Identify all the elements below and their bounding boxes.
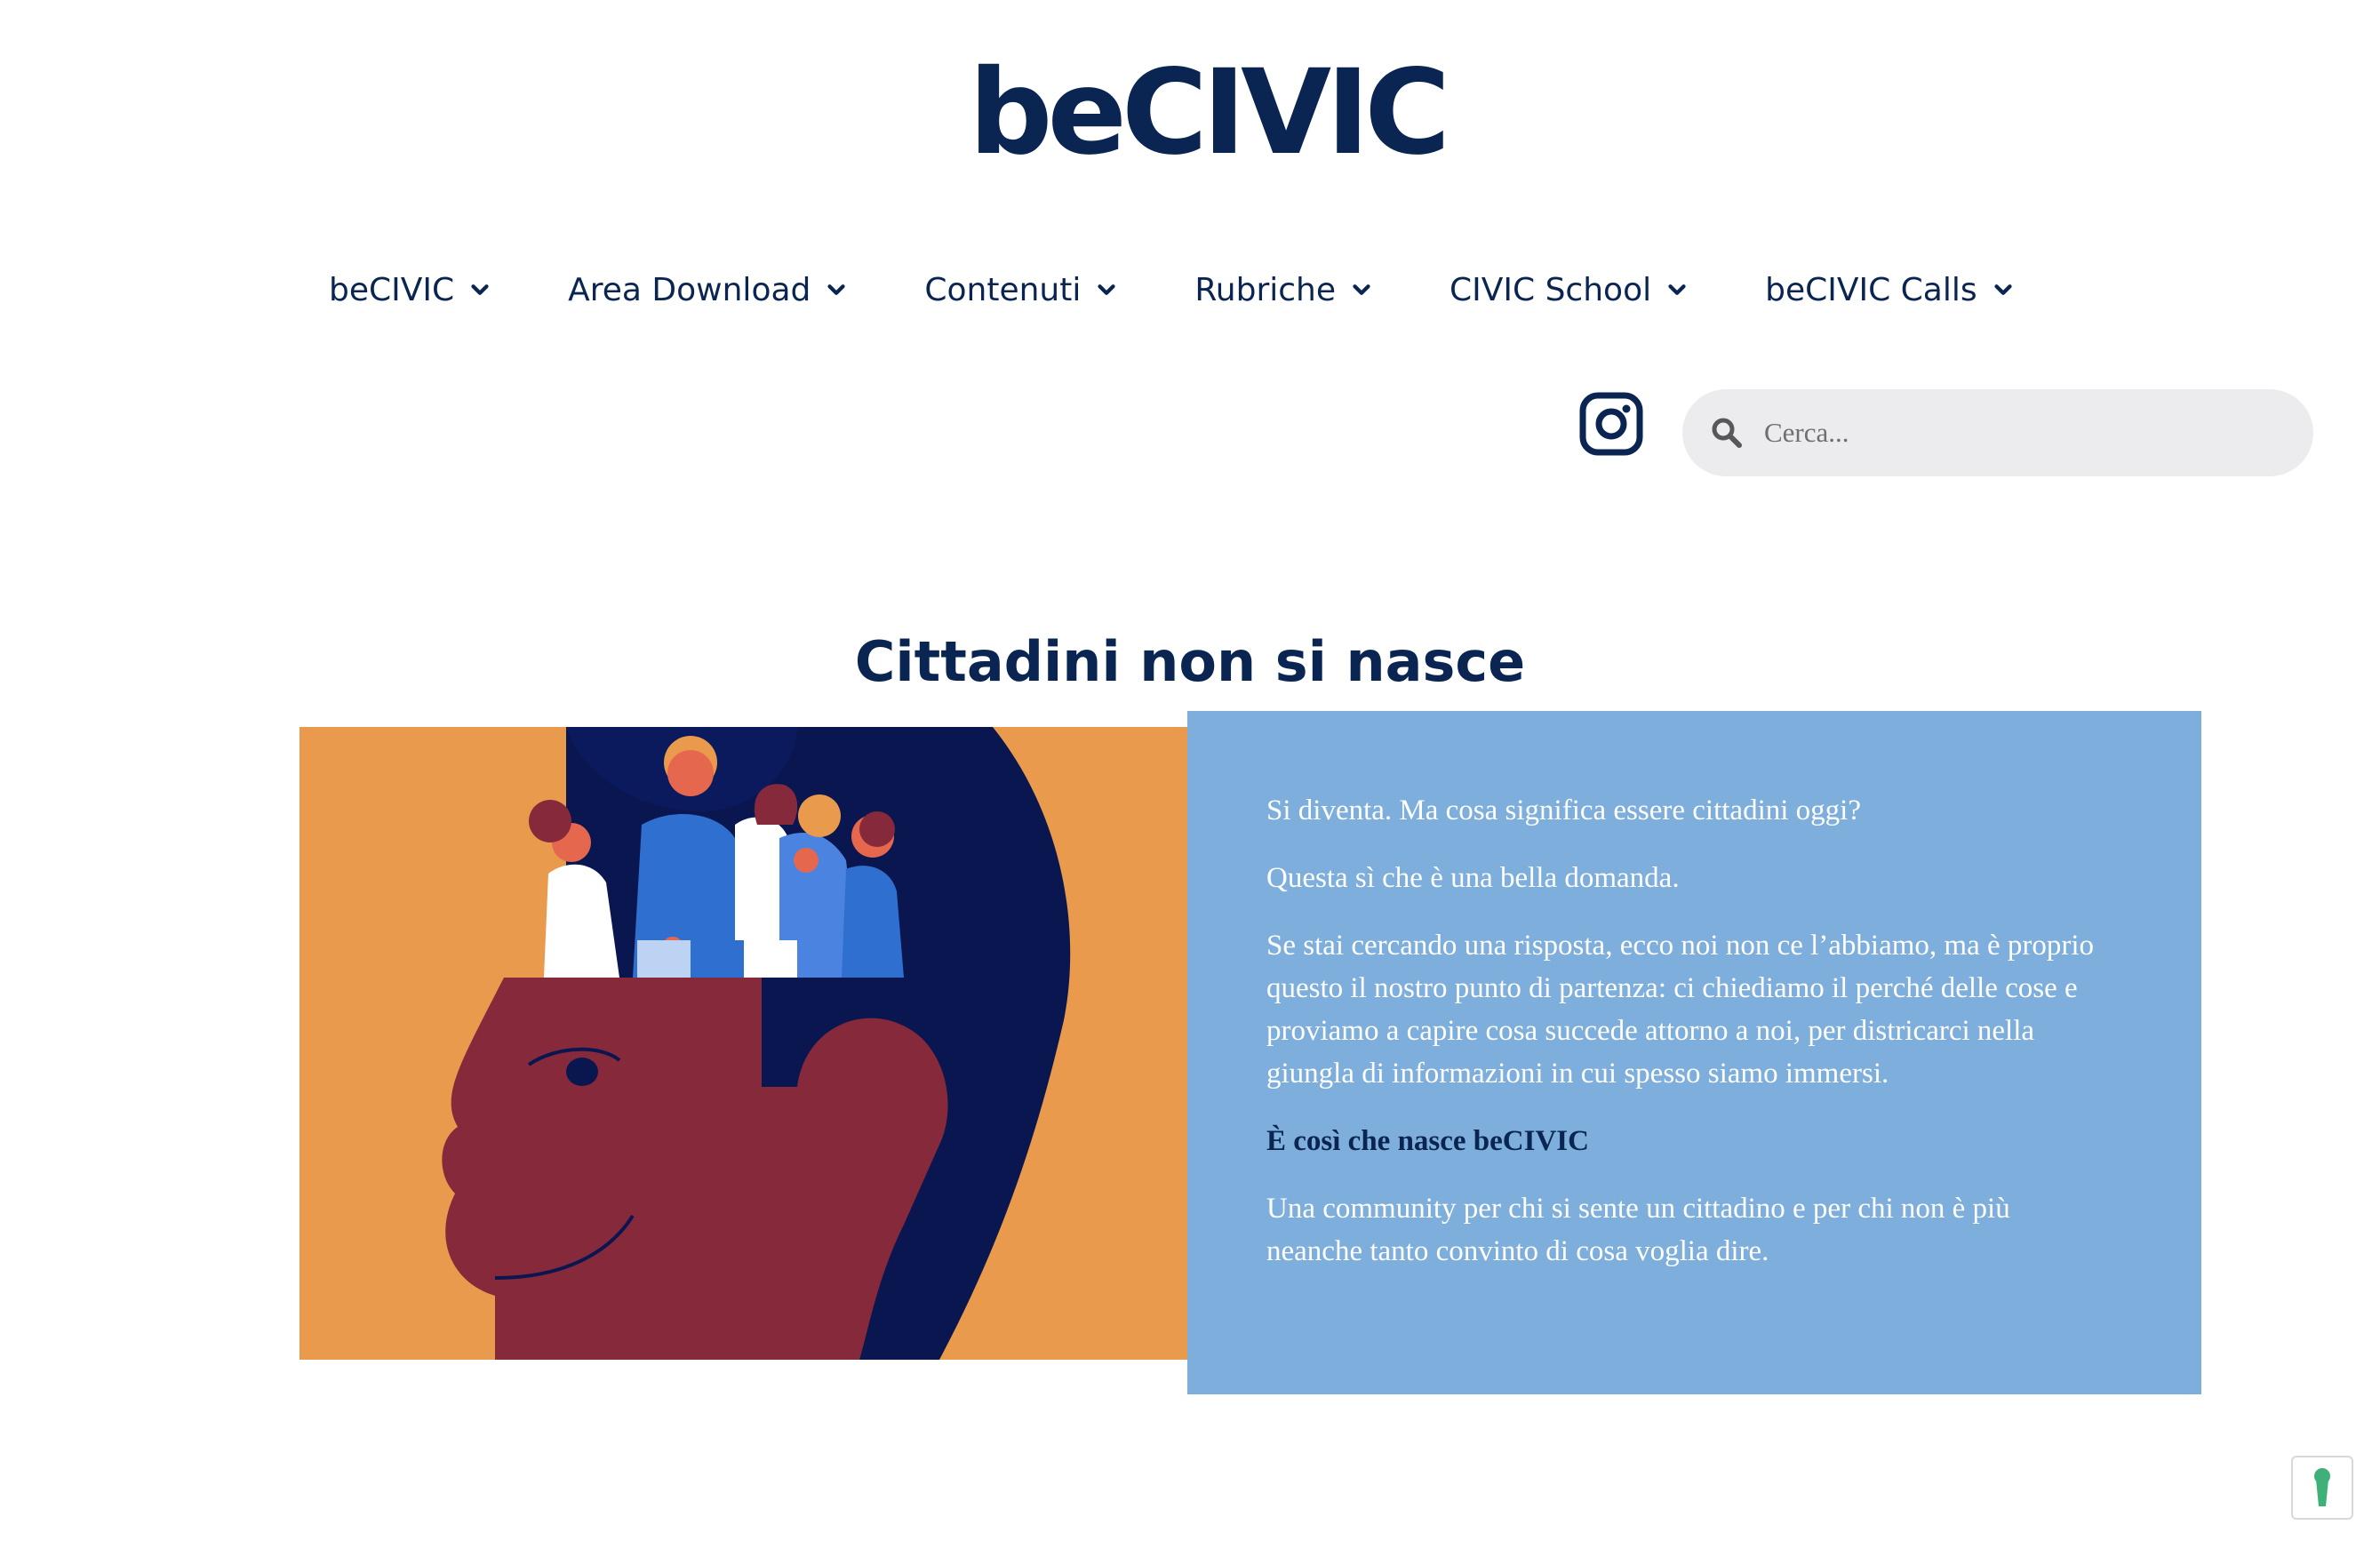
- accessibility-button[interactable]: [2291, 1456, 2353, 1520]
- instagram-icon[interactable]: [1579, 392, 1643, 456]
- search-input[interactable]: [1764, 417, 2262, 449]
- accessibility-icon: [2309, 1467, 2336, 1508]
- intro-paragraph: Se stai cercando una risposta, ecco noi …: [1266, 930, 2095, 1090]
- search-icon[interactable]: [1711, 417, 1743, 449]
- nav-item-label: Contenuti: [924, 271, 1082, 308]
- page-title: Cittadini non si nasce: [854, 629, 1526, 694]
- intro-text-box: Si diventa. Ma cosa significa essere cit…: [1187, 711, 2201, 1394]
- chevron-down-icon: [1990, 276, 2017, 303]
- becivic-logo[interactable]: beCIVIC: [969, 54, 1450, 172]
- search-bar[interactable]: [1682, 389, 2313, 476]
- intro-paragraph: Una community per chi si sente un cittad…: [1266, 1193, 2010, 1267]
- intro-paragraph: Questa sì che è una bella domanda.: [1266, 862, 1680, 894]
- intro-highlight: È così che nasce beCIVIC: [1266, 1125, 1589, 1157]
- intro-paragraph: Si diventa. Ma cosa significa essere cit…: [1266, 794, 1861, 826]
- nav-item-rubriche[interactable]: Rubriche: [1194, 272, 1375, 308]
- nav-item-becivic-calls[interactable]: beCIVIC Calls: [1765, 272, 2017, 308]
- nav-item-contenuti[interactable]: Contenuti: [924, 272, 1120, 308]
- nav-item-label: Rubriche: [1194, 271, 1336, 308]
- nav-item-label: CIVIC School: [1450, 271, 1652, 308]
- chevron-down-icon: [1664, 276, 1690, 303]
- chevron-down-icon: [823, 276, 850, 303]
- chevron-down-icon: [467, 276, 493, 303]
- nav-item-becivic[interactable]: beCIVIC: [329, 272, 493, 308]
- hero-illustration: [299, 727, 1206, 1360]
- nav-item-civic-school[interactable]: CIVIC School: [1450, 272, 1690, 308]
- nav-item-label: beCIVIC Calls: [1765, 271, 1977, 308]
- chevron-down-icon: [1093, 276, 1120, 303]
- nav-item-label: beCIVIC: [329, 271, 455, 308]
- nav-item-area-download[interactable]: Area Download: [568, 272, 850, 308]
- nav-item-label: Area Download: [568, 271, 811, 308]
- chevron-down-icon: [1348, 276, 1375, 303]
- main-nav: beCIVIC Area Download Contenuti Rubriche…: [329, 263, 2017, 316]
